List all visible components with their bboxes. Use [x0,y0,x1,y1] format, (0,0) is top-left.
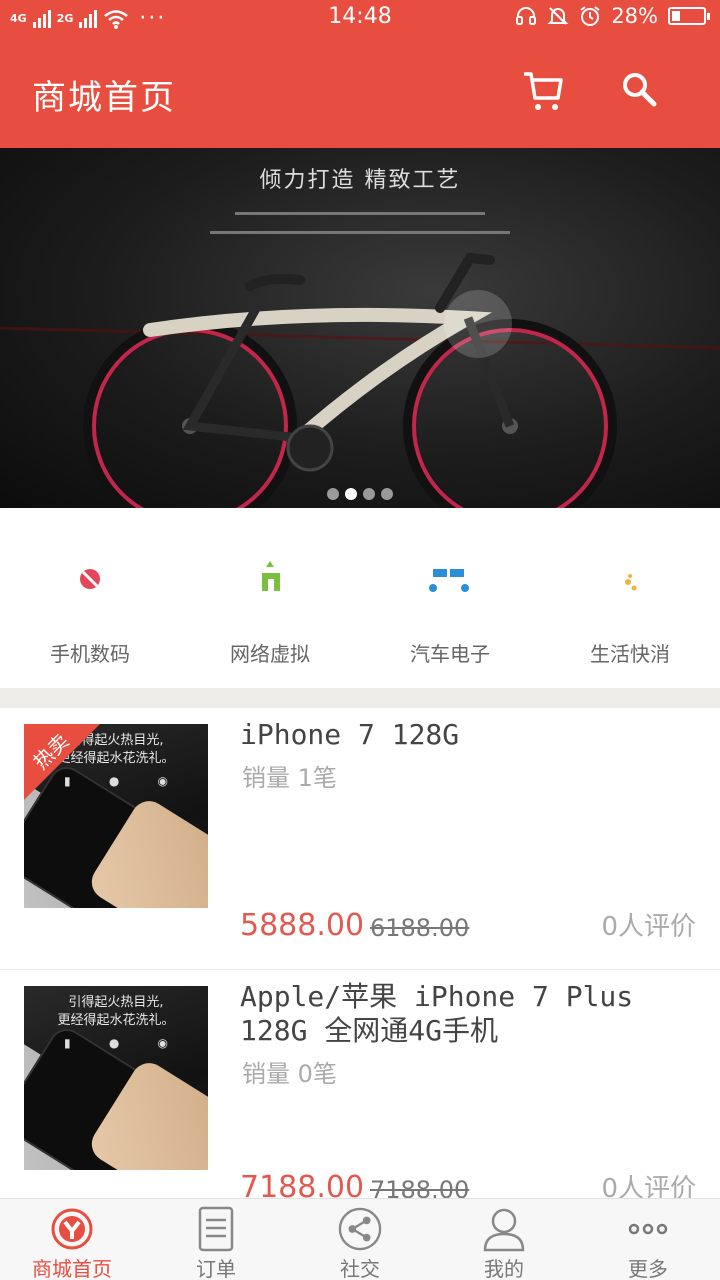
tab-label: 商城首页 [32,1257,112,1280]
product-original-price: 7188.00 [370,1176,470,1200]
tab-label: 订单 [196,1257,236,1280]
cart-button[interactable] [520,66,564,114]
carousel-dot[interactable] [363,488,375,500]
thumbnail-caption-line: 更经得起水花洗礼。 [57,1013,175,1028]
battery-percent: 28% [611,4,658,28]
bottle-icon [616,548,644,604]
product-thumbnail: 引得起火热目光, 更经得起水花洗礼。 ▮ ● ◉ 热卖 [24,724,208,908]
category-label: 网络虚拟 [230,642,310,666]
page-title: 商城首页 [32,78,176,118]
tab-label: 我的 [484,1257,524,1280]
tab-orders[interactable]: 订单 [144,1199,288,1280]
carousel-dot[interactable] [327,488,339,500]
app-header: 4G 2G ··· 14:48 28% 商城首页 [0,0,720,148]
product-sales: 销量 1笔 [242,764,337,792]
more-icon [626,1205,670,1253]
carousel-indicator[interactable] [0,488,720,500]
product-title[interactable]: Apple/苹果 iPhone 7 Plus 128G 全网通4G手机 [240,980,700,1048]
product-reviews: 0人评价 [601,1174,696,1200]
thumbnail-feature-icons: ▮ ● ◉ [64,1036,168,1050]
product-reviews: 0人评价 [601,912,696,942]
order-list-icon [194,1205,238,1253]
sim-card-icon [256,555,286,599]
category-label: 汽车电子 [410,642,490,666]
home-logo-icon [50,1205,94,1253]
search-icon [623,73,657,107]
product-sales: 销量 0笔 [242,1060,337,1088]
bottom-tab-bar: 商城首页 订单 社交 我的 更多 [0,1198,720,1280]
status-bar: 4G 2G ··· 14:48 28% [0,0,720,36]
product-item[interactable]: 引得起火热目光, 更经得起水花洗礼。 ▮ ● ◉ 热卖 iPhone 7 128G … [0,708,720,970]
mute-bell-icon [547,7,569,25]
tab-more[interactable]: 更多 [576,1199,720,1280]
product-title[interactable]: iPhone 7 128G [240,718,700,752]
alarm-icon [580,6,600,26]
camera-icon [68,559,112,595]
battery-icon [668,7,710,25]
carousel-dot[interactable] [381,488,393,500]
product-original-price: 6188.00 [370,914,470,942]
category-icon-circle [225,532,315,622]
tab-home[interactable]: 商城首页 [0,1199,144,1280]
product-price: 5888.00 [240,908,365,943]
category-label: 手机数码 [50,642,130,666]
category-daily-goods[interactable]: 生活快消 [540,508,720,688]
product-price: 7188.00 [240,1170,365,1200]
tab-label: 更多 [628,1257,668,1280]
headset-icon [516,7,537,25]
share-icon [338,1205,382,1253]
category-icon-circle [45,532,135,622]
cart-icon [524,72,563,110]
search-button[interactable] [618,66,662,114]
user-icon [482,1205,526,1253]
thumbnail-caption: 引得起火热目光, 更经得起水花洗礼。 [24,994,208,1030]
category-virtual[interactable]: 网络虚拟 [180,508,360,688]
bicycle-image [0,252,720,508]
carousel-dot[interactable] [345,488,357,500]
tab-profile[interactable]: 我的 [432,1199,576,1280]
product-thumbnail: 引得起火热目光, 更经得起水花洗礼。 ▮ ● ◉ [24,986,208,1170]
category-icon-circle [405,532,495,622]
category-phone-digital[interactable]: 手机数码 [0,508,180,688]
car-icon [421,565,477,594]
tab-label: 社交 [340,1257,380,1280]
section-divider [0,688,720,708]
status-right: 28% [515,4,710,28]
category-label: 生活快消 [590,642,670,666]
category-grid: 手机数码 网络虚拟 汽车电子 生活快消 [0,508,720,688]
product-item[interactable]: 引得起火热目光, 更经得起水花洗礼。 ▮ ● ◉ Apple/苹果 iPhone 7… [0,970,720,1200]
banner-carousel[interactable]: 倾力打造 精致工艺 [0,148,720,508]
tab-social[interactable]: 社交 [288,1199,432,1280]
thumbnail-caption-line: 引得起火热目光, [68,995,164,1010]
category-auto-electronics[interactable]: 汽车电子 [360,508,540,688]
category-icon-circle [585,532,675,622]
